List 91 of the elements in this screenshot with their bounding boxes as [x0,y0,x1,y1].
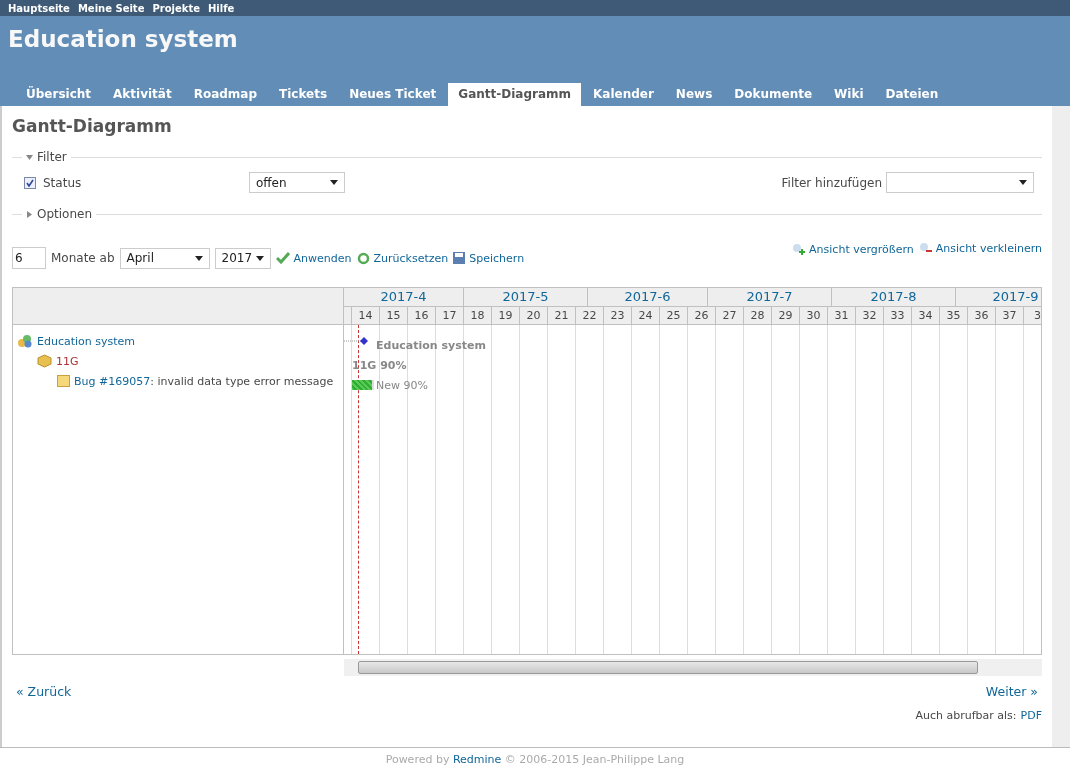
nav-tab[interactable]: News [665,83,723,106]
week-header: 22 [576,307,604,325]
nav-tab[interactable]: Übersicht [16,83,102,106]
week-header: 3 [1024,307,1041,325]
nav-tab[interactable]: Roadmap [183,83,268,106]
nav-tab[interactable]: Neues Ticket [339,83,447,106]
week-header: 27 [716,307,744,325]
pdf-link[interactable]: PDF [1020,709,1042,722]
month-header: 2017-5 [464,288,588,307]
top-menu-link[interactable]: Hauptseite [8,2,70,14]
year-select[interactable]: 2017 [214,247,271,269]
footer-text: Powered by Redmine © 2006-2015 Jean-Philippe Lang [385,753,685,766]
week-header: 32 [856,307,884,325]
nav-tab[interactable]: Gantt-Diagramm [448,83,581,106]
status-checkbox[interactable] [24,176,36,189]
week-header: 31 [828,307,856,325]
nav-tab[interactable]: Dateien [875,83,949,106]
filter-toggle[interactable]: Filter [26,150,67,164]
add-filter-label: Filter hinzufügen [781,175,882,190]
dropdown-caret-icon [330,180,338,185]
project-title: Education system [8,26,239,52]
month-header: 2017-4 [344,288,464,307]
top-menu-link[interactable]: Meine Seite [77,2,145,14]
zoom-out-link[interactable]: Ansicht verkleinern [918,241,1042,255]
month-header: 2017-6 [588,288,708,307]
zoom-in-icon [792,242,806,256]
toggle-triangle-icon [26,153,33,161]
zoom-out-icon [918,241,932,255]
nav-tab[interactable]: Aktivität [103,83,182,106]
week-header: 23 [604,307,632,325]
version-link[interactable]: 11G [56,354,79,368]
month-header: 2017-7 [708,288,832,307]
previous-link[interactable]: « Zurück [16,684,72,699]
bar-label: Education system [376,339,486,352]
export-label: Auch abrufbar als: [915,709,1017,722]
milestone-diamond-icon [344,336,370,346]
save-link[interactable]: Speichern [453,251,525,265]
week-header: 37 [996,307,1024,325]
top-menu-link[interactable]: Projekte [152,2,200,14]
nav-tab[interactable]: Wiki [824,83,874,106]
week-header: 36 [968,307,996,325]
reset-link[interactable]: Zurücksetzen [356,251,449,265]
week-header: 35 [940,307,968,325]
options-toggle[interactable]: Optionen [26,207,93,221]
bar-label: New 90% [376,379,428,392]
refresh-icon [356,251,370,265]
dropdown-caret-icon [1019,180,1027,185]
week-header: 21 [548,307,576,325]
nav-tab[interactable]: Kalender [583,83,664,106]
month-header: 2017-9 [956,288,1041,307]
nav-tab[interactable]: Dokumente [724,83,823,106]
ticket-icon [57,375,70,387]
issue-subject: Bug #169057: invalid data type error message [74,374,334,388]
top-menu-link[interactable]: Hilfe [208,2,235,14]
month-header: 2017-8 [832,288,956,307]
week-header: 18 [464,307,492,325]
project-icon [17,334,33,348]
add-filter-select[interactable] [886,172,1034,193]
toggle-triangle-icon [26,210,33,218]
checkmark-icon [275,252,290,264]
package-icon [37,354,52,368]
redmine-link[interactable]: Redmine [452,753,502,766]
week-header: 17 [436,307,464,325]
apply-link[interactable]: Anwenden [275,251,352,265]
week-header: 26 [688,307,716,325]
bar-label: 11G 90% [352,359,407,372]
next-link[interactable]: Weiter » [985,684,1038,699]
project-link[interactable]: Education system [37,334,136,348]
status-select[interactable]: offen [249,172,345,193]
months-label: Monate ab [51,251,115,265]
dropdown-caret-icon [194,255,203,261]
week-header: 20 [520,307,548,325]
week-header: 30 [800,307,828,325]
week-header: 33 [884,307,912,325]
week-header: 24 [632,307,660,325]
week-header: 19 [492,307,520,325]
week-header: 14 [352,307,380,325]
week-header: 29 [772,307,800,325]
week-header: 16 [408,307,436,325]
dropdown-caret-icon [255,255,264,261]
horizontal-scrollbar[interactable] [344,659,1042,676]
week-header: 34 [912,307,940,325]
week-header: 28 [744,307,772,325]
nav-tab[interactable]: Tickets [269,83,338,106]
month-select[interactable]: April [119,247,210,269]
status-label: Status [43,175,83,190]
page-title: Gantt-Diagramm [12,116,173,136]
week-header: 15 [380,307,408,325]
months-input[interactable]: 6 [12,247,46,269]
zoom-in-link[interactable]: Ansicht vergrößern [792,242,914,256]
week-header: 25 [660,307,688,325]
